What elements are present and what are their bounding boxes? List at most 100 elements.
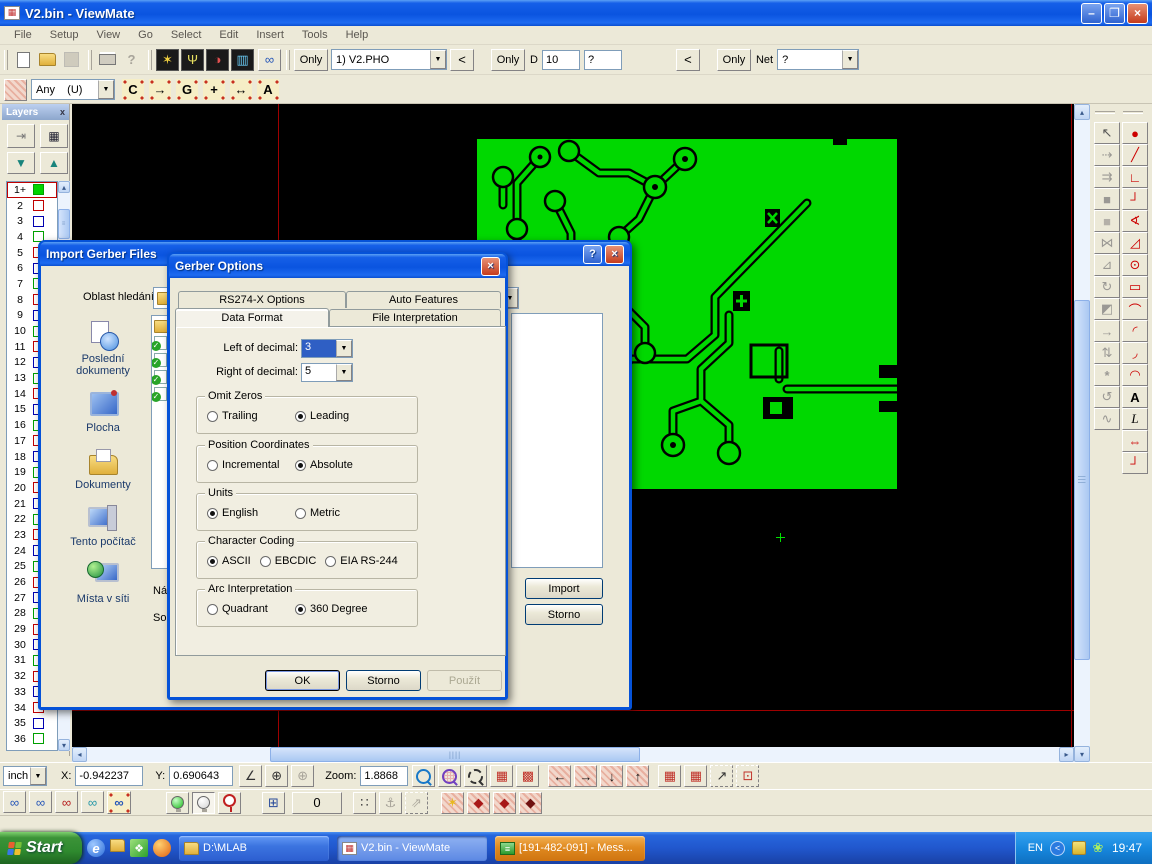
probe-icon[interactable] <box>218 792 241 814</box>
goto-arrow-icon[interactable]: → <box>148 78 172 101</box>
radio-icon[interactable] <box>295 460 306 471</box>
chevron-down-icon[interactable]: ▼ <box>336 340 352 357</box>
menu-item[interactable]: File <box>6 27 40 43</box>
radio-option[interactable]: EIA RS-244 <box>325 555 397 567</box>
radio-icon[interactable] <box>295 604 306 615</box>
transform-curve-icon[interactable]: ∿ <box>1094 408 1120 430</box>
minimize-button[interactable]: – <box>1081 3 1102 24</box>
radio-icon[interactable] <box>207 411 218 422</box>
film-layers-icon[interactable]: ▥ <box>231 49 254 71</box>
layers-panel-titlebar[interactable]: Layers x <box>2 104 69 120</box>
move-to-layer-icon[interactable]: → <box>1094 320 1120 342</box>
highlight-circle-icon[interactable]: ◑ <box>206 49 229 71</box>
label-tool-icon[interactable]: L <box>1122 408 1148 430</box>
v-scroll-thumb[interactable]: ||| <box>1074 300 1090 660</box>
grid-style-icon[interactable]: ▩ <box>516 765 539 787</box>
language-indicator[interactable]: EN <box>1028 842 1043 854</box>
draw-circle-icon[interactable]: ⊙ <box>1122 254 1148 276</box>
new-file-button[interactable] <box>12 49 35 71</box>
relative-origin-icon[interactable]: ⊕ <box>291 765 314 787</box>
text-a-icon[interactable]: A <box>256 78 280 101</box>
layer-swatch[interactable] <box>33 184 44 195</box>
layer-up-icon[interactable]: ▲ <box>40 152 68 174</box>
tray-flower-icon[interactable] <box>1091 841 1105 855</box>
apply-button[interactable]: Použít <box>427 670 502 691</box>
pan-left-icon[interactable]: ← <box>548 765 571 787</box>
layer-table-icon[interactable]: ▦ <box>40 124 68 148</box>
layer-row[interactable]: 36 <box>7 731 57 747</box>
layer-scroll-up-icon[interactable]: ▴ <box>58 181 70 193</box>
tab-rs274x[interactable]: RS274-X Options <box>178 291 346 308</box>
route-corner-icon[interactable]: ┘ <box>1122 452 1148 474</box>
place-documents[interactable]: Dokumenty <box>55 447 151 491</box>
radio-option[interactable]: Absolute <box>295 459 353 471</box>
radio-icon[interactable] <box>295 508 306 519</box>
radio-option[interactable]: English <box>207 507 295 519</box>
layer-down-icon[interactable]: ▼ <box>7 152 35 174</box>
grid-dots-icon[interactable]: ∷ <box>353 792 376 814</box>
layer-row[interactable]: 35 <box>7 715 57 731</box>
radio-icon[interactable] <box>295 411 306 422</box>
chevron-down-icon[interactable]: ▼ <box>842 50 858 69</box>
radio-icon[interactable] <box>260 556 271 567</box>
draw-line-icon[interactable]: ╱ <box>1122 144 1148 166</box>
context-help-button[interactable]: ? <box>120 49 143 71</box>
draw-fan-icon[interactable]: ∢ <box>1122 210 1148 232</box>
radio-option[interactable]: Leading <box>295 410 349 422</box>
draw-arc-cw-icon[interactable]: ◞ <box>1122 342 1148 364</box>
layer-swatch[interactable] <box>33 200 44 211</box>
place-desktop[interactable]: Plocha <box>55 390 151 434</box>
dcode-input[interactable] <box>542 50 580 70</box>
radio-icon[interactable] <box>207 508 218 519</box>
radio-icon[interactable] <box>207 556 218 567</box>
prev-net-button[interactable]: < <box>676 49 700 71</box>
place-network[interactable]: Místa v síti <box>55 561 151 605</box>
view-all-icon[interactable]: ∞ <box>3 791 26 813</box>
menu-item[interactable]: Setup <box>42 27 87 43</box>
pan-down-icon[interactable]: ↓ <box>600 765 623 787</box>
layer-row[interactable]: 1+ <box>7 182 57 198</box>
draw-dot-icon[interactable]: ● <box>1122 122 1148 144</box>
layer-row[interactable]: 2 <box>7 198 57 214</box>
settings-gear-icon[interactable]: * <box>1094 364 1120 386</box>
scroll-up-icon[interactable]: ▴ <box>1074 104 1090 120</box>
tray-notes-icon[interactable] <box>1072 841 1086 855</box>
only-net-button[interactable]: Only <box>717 49 751 71</box>
palette-grip[interactable] <box>1095 111 1115 114</box>
dock-panel-icon[interactable]: ⇥ <box>7 124 35 148</box>
import-button[interactable]: Import <box>525 578 603 599</box>
radio-icon[interactable] <box>325 556 336 567</box>
layers-close-icon[interactable]: x <box>60 107 65 117</box>
pad-s-mode-icon[interactable]: ◆ <box>493 792 516 814</box>
flash-mode-icon[interactable]: ✶ <box>441 792 464 814</box>
right-of-decimal-combo[interactable]: 5 ▼ <box>301 363 353 382</box>
pattern-dots-icon[interactable] <box>4 79 27 101</box>
tray-collapse-icon[interactable]: < <box>1050 841 1065 856</box>
open-file-button[interactable] <box>36 49 59 71</box>
origin-crosshair-icon[interactable]: ⊕ <box>265 765 288 787</box>
zoom-window-icon[interactable] <box>464 765 487 787</box>
only-layer-button[interactable]: Only <box>294 49 328 71</box>
toolbar-grip[interactable] <box>148 50 152 70</box>
radio-option[interactable]: EBCDIC <box>260 555 317 567</box>
y-coordinate-input[interactable] <box>169 766 233 786</box>
pad-corner-mode-icon[interactable]: ◆ <box>519 792 542 814</box>
palette-grip[interactable] <box>1123 111 1143 114</box>
place-recent[interactable]: Poslední dokumenty <box>55 321 151 377</box>
draw-corner-icon[interactable]: ┘ <box>1122 188 1148 210</box>
unit-combo[interactable]: inch ▼ <box>3 766 47 786</box>
grid-toggle-icon[interactable]: ▦ <box>490 765 513 787</box>
gerber-dialog-titlebar[interactable]: Gerber Options × <box>169 254 506 278</box>
clear-c-icon[interactable]: C <box>121 78 145 101</box>
draw-triangle-icon[interactable]: ◿ <box>1122 232 1148 254</box>
scale-icon[interactable]: ◩ <box>1094 298 1120 320</box>
zoom-grid-icon[interactable] <box>438 765 461 787</box>
chevron-down-icon[interactable]: ▼ <box>336 364 352 381</box>
start-button[interactable]: Start <box>0 832 82 864</box>
ghost-move-icon[interactable]: ⇗ <box>405 792 428 814</box>
menu-item[interactable]: Tools <box>294 27 336 43</box>
radio-option[interactable]: Incremental <box>207 459 295 471</box>
pad-mode-icon[interactable]: ◆ <box>467 792 490 814</box>
v-scrollbar[interactable]: ▴ ||| ▾ <box>1074 104 1090 762</box>
radio-icon[interactable] <box>207 604 218 615</box>
